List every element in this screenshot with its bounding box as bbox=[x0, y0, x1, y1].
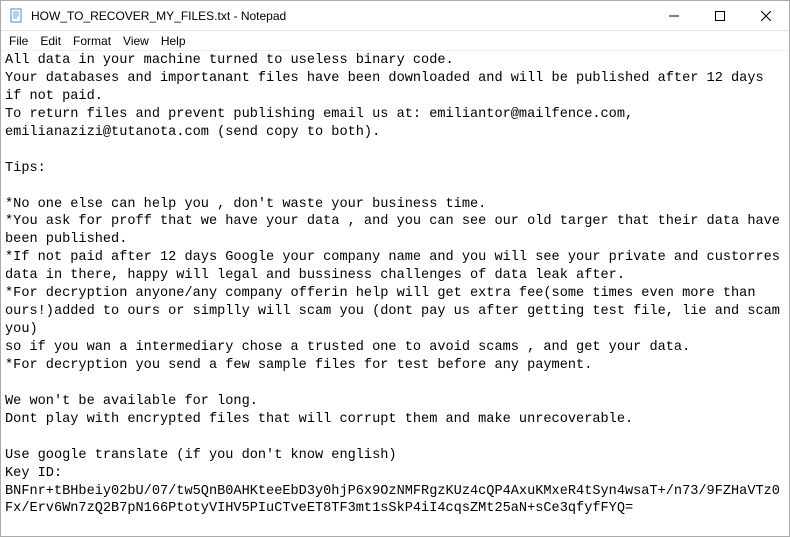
titlebar: HOW_TO_RECOVER_MY_FILES.txt - Notepad bbox=[1, 1, 789, 31]
minimize-button[interactable] bbox=[651, 1, 697, 30]
text-editor-content[interactable]: All data in your machine turned to usele… bbox=[1, 51, 789, 536]
menu-format[interactable]: Format bbox=[67, 34, 117, 48]
menu-file[interactable]: File bbox=[3, 34, 34, 48]
close-button[interactable] bbox=[743, 1, 789, 30]
window-controls bbox=[651, 1, 789, 30]
notepad-window: HOW_TO_RECOVER_MY_FILES.txt - Notepad Fi… bbox=[0, 0, 790, 537]
notepad-icon bbox=[9, 8, 25, 24]
menu-help[interactable]: Help bbox=[155, 34, 192, 48]
menu-edit[interactable]: Edit bbox=[34, 34, 67, 48]
menu-view[interactable]: View bbox=[117, 34, 155, 48]
maximize-button[interactable] bbox=[697, 1, 743, 30]
window-title: HOW_TO_RECOVER_MY_FILES.txt - Notepad bbox=[31, 9, 651, 23]
menubar: File Edit Format View Help bbox=[1, 31, 789, 51]
